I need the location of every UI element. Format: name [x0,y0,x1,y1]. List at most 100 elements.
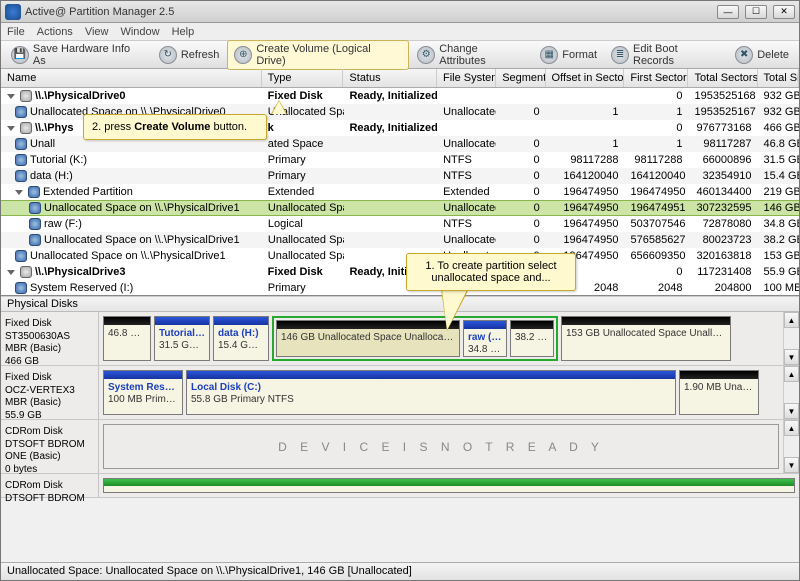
col-total-sectors[interactable]: Total Sectors [688,69,757,87]
titlebar[interactable]: Active@ Partition Manager 2.5 — ☐ ✕ [1,1,799,23]
table-row[interactable]: Unallocated Space on \\.\PhysicalDrive1U… [1,232,799,248]
physical-disks-panel: Fixed DiskST3500630ASMBR (Basic)466 GB46… [1,312,799,561]
scroll-down-icon[interactable]: ▼ [784,457,799,473]
partition[interactable]: 153 GB Unallocated Space Unalloca [561,316,731,361]
partition[interactable]: data (H:)15.4 GB Primar [213,316,269,361]
partition[interactable]: 46.8 GB Unallo [103,316,151,361]
disk-icon [20,90,32,102]
volume-icon [15,250,27,262]
edit-boot-button[interactable]: ≣Edit Boot Records [605,41,727,69]
expand-icon[interactable] [7,270,15,275]
minimize-button[interactable]: — [717,5,739,19]
refresh-button[interactable]: ↻Refresh [153,44,226,66]
volume-icon [15,154,27,166]
col-segment[interactable]: Segment [496,69,545,87]
partition[interactable]: Local Disk (C:)55.8 GB Primary NTFS [186,370,676,415]
disk-row: CDRom DiskDTSOFT BDROMONE (Basic)0 bytes… [1,420,799,474]
tooltip-create-volume: 2. press Create Volume button. [83,114,267,140]
volume-icon [29,202,41,214]
volume-icon [28,186,40,198]
col-first-sector[interactable]: First Sector [624,69,688,87]
table-row[interactable]: \\.\PhysicalDrive3Fixed DiskReady, Initi… [1,264,799,280]
disk-row: Fixed DiskOCZ-VERTEX3MBR (Basic)55.9 GBS… [1,366,799,420]
vertical-scrollbar[interactable]: ▲▼ [783,366,799,419]
col-total-size[interactable]: Total Size [758,69,800,87]
app-window: Active@ Partition Manager 2.5 — ☐ ✕ File… [0,0,800,581]
disk-info: Fixed DiskST3500630ASMBR (Basic)466 GB [1,312,99,365]
table-row[interactable]: System Reserved (I:)Primary2048204820480… [1,280,799,294]
change-attributes-button[interactable]: ⚙Change Attributes [411,41,532,69]
menu-help[interactable]: Help [172,26,195,38]
physical-disks-label: Physical Disks [1,296,799,312]
format-icon: ▦ [540,46,558,64]
disk-row: CDRom DiskDTSOFT BDROM [1,474,799,498]
disk-map [99,474,799,497]
boot-icon: ≣ [611,46,629,64]
partition[interactable]: raw (F:)34.8 GB [463,320,507,357]
table-header: Name Type Status File System Segment Off… [1,69,799,88]
scroll-down-icon[interactable]: ▼ [784,349,799,365]
col-status[interactable]: Status [343,69,437,87]
maximize-button[interactable]: ☐ [745,5,767,19]
disk-row: Fixed DiskST3500630ASMBR (Basic)466 GB46… [1,312,799,366]
app-icon [5,4,21,20]
volumes-table: Name Type Status File System Segment Off… [1,69,799,296]
attributes-icon: ⚙ [417,46,435,64]
expand-icon[interactable] [7,126,15,131]
volume-icon [29,234,41,246]
disk-icon [20,122,32,134]
save-button[interactable]: 💾Save Hardware Info As [5,41,151,69]
format-button[interactable]: ▦Format [534,44,603,66]
save-icon: 💾 [11,46,29,64]
table-row[interactable]: Tutorial (K:)PrimaryNTFS0981172889811728… [1,152,799,168]
partition[interactable]: System Reserve100 MB Primary N [103,370,183,415]
window-title: Active@ Partition Manager 2.5 [25,6,717,18]
disk-map: D E V I C E I S N O T R E A D Y [99,420,783,473]
partition[interactable]: 1.90 MB Unalloc [679,370,759,415]
scroll-down-icon[interactable]: ▼ [784,403,799,419]
table-row[interactable]: Unallocated Space on \\.\PhysicalDrive1U… [1,248,799,264]
delete-button[interactable]: ✖Delete [729,44,795,66]
table-row[interactable]: Extended PartitionExtendedExtended019647… [1,184,799,200]
menu-actions[interactable]: Actions [37,26,73,38]
create-icon: ⊕ [234,46,252,64]
scroll-up-icon[interactable]: ▲ [784,366,799,382]
table-row[interactable]: data (H:)PrimaryNTFS01641200401641200403… [1,168,799,184]
status-bar: Unallocated Space: Unallocated Space on … [1,562,799,580]
scroll-up-icon[interactable]: ▲ [784,312,799,328]
table-row[interactable]: raw (F:)LogicalNTFS019647495050370754672… [1,216,799,232]
table-row[interactable]: \\.\PhysicalDrive0Fixed DiskReady, Initi… [1,88,799,104]
selected-extended-partition[interactable]: 146 GB Unallocated Space Unallocatedraw … [272,316,558,361]
partition[interactable] [103,478,795,493]
volume-icon [15,106,27,118]
disk-icon [20,266,32,278]
menu-window[interactable]: Window [120,26,159,38]
disk-info: Fixed DiskOCZ-VERTEX3MBR (Basic)55.9 GB [1,366,99,419]
volume-icon [15,138,27,150]
toolbar: 💾Save Hardware Info As ↻Refresh ⊕Create … [1,41,799,69]
menu-file[interactable]: File [7,26,25,38]
vertical-scrollbar[interactable]: ▲▼ [783,420,799,473]
device-not-ready: D E V I C E I S N O T R E A D Y [103,424,779,469]
partition[interactable]: 146 GB Unallocated Space Unallocated [276,320,460,357]
col-offset[interactable]: Offset in Sectors [546,69,625,87]
expand-icon[interactable] [7,94,15,99]
scroll-up-icon[interactable]: ▲ [784,420,799,436]
col-filesystem[interactable]: File System [437,69,496,87]
volume-icon [15,282,27,294]
menu-view[interactable]: View [85,26,109,38]
volume-icon [29,218,41,230]
status-text: Unallocated Space: Unallocated Space on … [7,565,412,577]
delete-icon: ✖ [735,46,753,64]
col-type[interactable]: Type [262,69,344,87]
partition[interactable]: 38.2 GB [510,320,554,357]
table-row[interactable]: Unallocated Space on \\.\PhysicalDrive1U… [1,200,799,216]
close-button[interactable]: ✕ [773,5,795,19]
vertical-scrollbar[interactable]: ▲▼ [783,312,799,365]
col-name[interactable]: Name [1,69,262,87]
menu-bar: File Actions View Window Help [1,23,799,41]
create-volume-button[interactable]: ⊕Create Volume (Logical Drive) [227,40,409,70]
partition[interactable]: Tutorial (K:)31.5 GB Primar [154,316,210,361]
tooltip-select-space: 1. To create partition select unallocate… [406,253,576,291]
expand-icon[interactable] [15,190,23,195]
